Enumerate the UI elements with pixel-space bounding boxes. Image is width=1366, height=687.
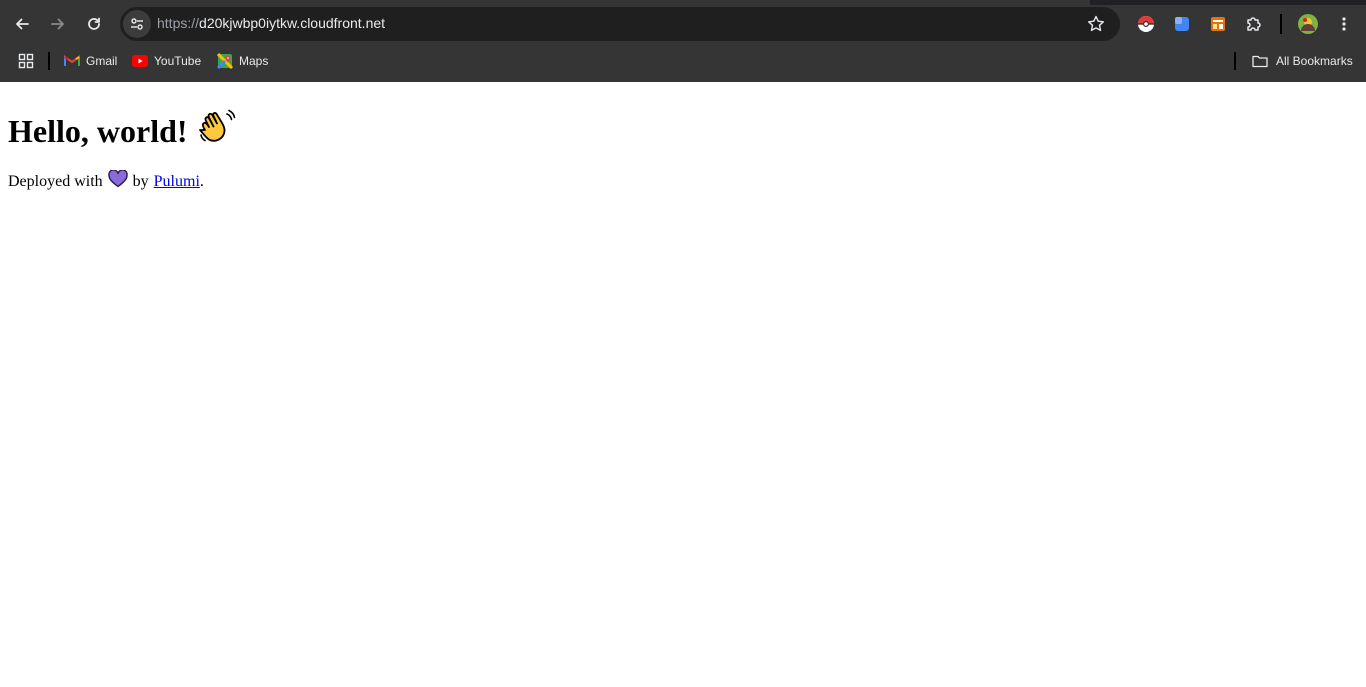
deployed-by: by — [132, 172, 149, 190]
reload-button[interactable] — [80, 10, 108, 38]
bookmark-youtube-label: YouTube — [154, 54, 202, 68]
bookmark-gmail[interactable]: Gmail — [64, 51, 117, 71]
heading-text: Hello, world! — [8, 112, 188, 149]
reload-icon — [88, 17, 100, 30]
forward-button[interactable] — [44, 10, 72, 38]
browser-menu-button[interactable] — [1332, 12, 1356, 36]
back-arrow-icon — [16, 18, 29, 30]
bookmark-youtube[interactable]: YouTube — [132, 51, 201, 71]
active-tab-edge — [0, 0, 1090, 5]
tune-icon — [131, 18, 143, 30]
period: . — [199, 172, 204, 190]
url-text[interactable]: https://d20kjwbp0iytkw.cloudfront.net — [157, 15, 385, 31]
bookmark-gmail-label: Gmail — [86, 54, 118, 68]
extension-blue-button[interactable] — [1170, 12, 1194, 36]
deployed-prefix: Deployed with — [8, 172, 103, 190]
back-button[interactable] — [8, 10, 36, 38]
blue-square-icon — [1175, 17, 1189, 31]
site-info-button[interactable] — [123, 10, 151, 38]
bookmark-maps[interactable]: Maps — [217, 51, 268, 71]
bookmark-maps-label: Maps — [239, 54, 269, 68]
waving-hand-icon — [198, 108, 236, 154]
gmail-icon — [64, 53, 80, 69]
more-vertical-icon — [1342, 17, 1346, 31]
extension-pokeball-button[interactable] — [1134, 12, 1158, 36]
pokeball-icon — [1138, 16, 1154, 32]
extension-orange-button[interactable] — [1206, 12, 1230, 36]
all-bookmarks-label: All Bookmarks — [1276, 54, 1353, 68]
avatar — [1298, 14, 1318, 34]
url-host: d20kjwbp0iytkw.cloudfront.net — [199, 15, 386, 31]
puzzle-piece-icon — [1247, 17, 1261, 31]
deployed-line: Deployed with by Pulumi . — [8, 169, 204, 193]
bookmarks-divider-right — [1234, 52, 1236, 70]
purple-heart-icon — [107, 169, 128, 193]
star-icon — [1088, 15, 1104, 32]
bookmark-star-button[interactable] — [1086, 14, 1106, 38]
tab-strip — [0, 0, 1366, 5]
maps-icon — [217, 53, 233, 69]
bookmarks-divider-left — [48, 52, 50, 70]
extensions-menu-button[interactable] — [1242, 12, 1266, 36]
page-heading: Hello, world! — [8, 108, 236, 154]
browser-chrome: https://d20kjwbp0iytkw.cloudfront.net Gm… — [0, 0, 1366, 82]
all-bookmarks-button[interactable]: All Bookmarks — [1252, 51, 1353, 71]
pulumi-link[interactable]: Pulumi — [154, 173, 200, 191]
orange-grid-icon — [1211, 17, 1225, 31]
profile-button[interactable] — [1296, 12, 1320, 36]
apps-button[interactable] — [18, 51, 34, 71]
url-scheme: https:// — [157, 15, 200, 31]
folder-icon — [1252, 53, 1268, 69]
toolbar-divider — [1280, 14, 1282, 34]
address-bar[interactable]: https://d20kjwbp0iytkw.cloudfront.net — [120, 7, 1120, 41]
apps-grid-icon — [18, 53, 34, 69]
youtube-icon — [132, 53, 148, 69]
forward-arrow-icon — [51, 18, 64, 30]
